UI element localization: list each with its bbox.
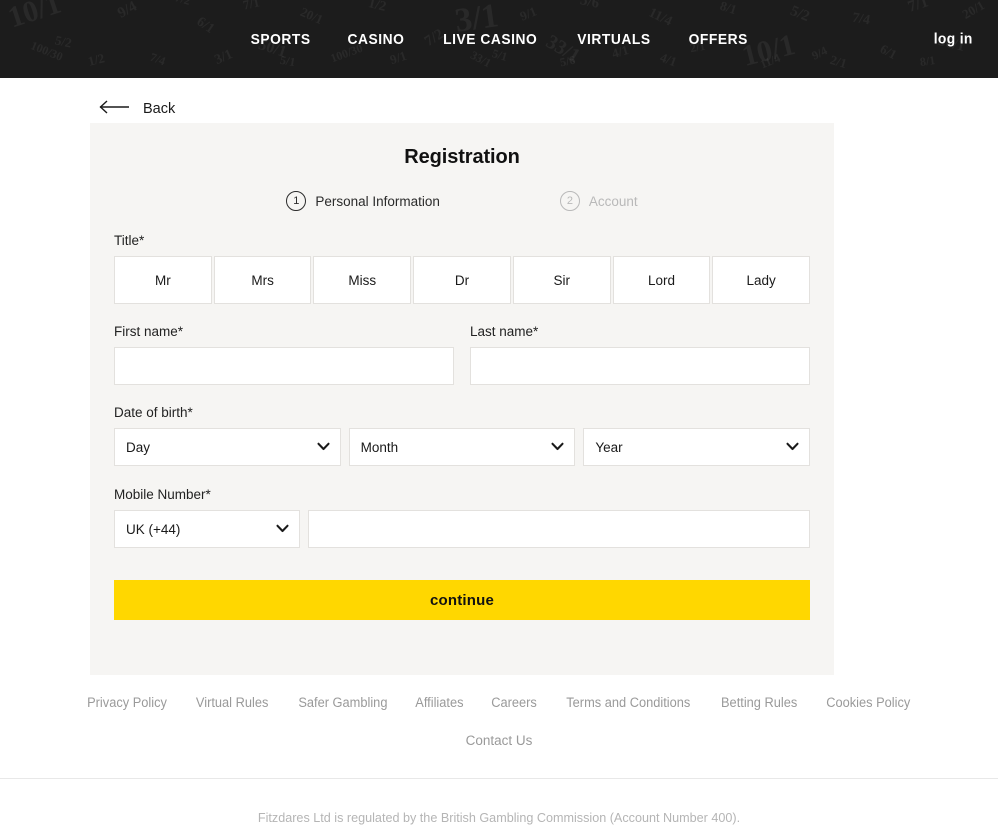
header-content: SPORTS CASINO LIVE CASINO VIRTUALS OFFER… xyxy=(0,0,998,78)
step-2-label: Account xyxy=(588,193,638,209)
continue-button[interactable]: continue xyxy=(114,580,810,620)
first-name-input[interactable] xyxy=(114,347,454,385)
nav-item-offers[interactable]: OFFERS xyxy=(673,25,762,54)
arrow-left-icon xyxy=(99,99,130,119)
login-link[interactable]: log in xyxy=(933,31,972,48)
registration-form: Title* Mr Mrs Miss Dr Sir Lord Lady Firs… xyxy=(90,233,834,620)
step-1-label: Personal Information xyxy=(315,193,440,209)
mobile-number-row: UK (+44) xyxy=(114,510,810,548)
footer-link-terms-and-conditions[interactable]: Terms and Conditions xyxy=(567,695,691,710)
title-option-lord[interactable]: Lord xyxy=(612,256,711,304)
title-field-label: Title* xyxy=(114,233,145,248)
title-option-miss[interactable]: Miss xyxy=(313,256,412,304)
title-option-mrs[interactable]: Mrs xyxy=(213,256,312,304)
name-fields-row: First name* Last name* xyxy=(114,324,810,385)
country-code-value: UK (+44) xyxy=(114,510,300,548)
footer-link-safer-gambling[interactable]: Safer Gambling xyxy=(298,695,387,710)
step-2-number: 2 xyxy=(559,191,580,211)
registration-card: Registration 1 Personal Information 2 Ac… xyxy=(90,123,834,675)
last-name-label: Last name* xyxy=(470,324,539,339)
mobile-number-label: Mobile Number* xyxy=(114,487,211,502)
step-personal-information[interactable]: 1 Personal Information xyxy=(286,191,440,211)
step-account[interactable]: 2 Account xyxy=(559,191,638,211)
last-name-group: Last name* xyxy=(470,324,810,385)
regulatory-note: Fitzdares Ltd is regulated by the Britis… xyxy=(257,810,741,825)
day-select[interactable]: Day xyxy=(114,428,341,466)
month-select[interactable]: Month xyxy=(348,428,576,466)
step-indicator: 1 Personal Information 2 Account xyxy=(90,191,834,211)
country-code-select[interactable]: UK (+44) xyxy=(114,510,300,548)
footer-link-contact-us[interactable]: Contact Us xyxy=(466,733,533,748)
nav-item-casino[interactable]: CASINO xyxy=(333,25,419,54)
footer-links: Privacy Policy Virtual Rules Safer Gambl… xyxy=(0,695,998,710)
title-option-sir[interactable]: Sir xyxy=(512,256,611,304)
year-select[interactable]: Year xyxy=(583,428,811,466)
footer-contact-row: Contact Us xyxy=(0,732,998,750)
day-select-value: Day xyxy=(114,428,341,466)
footer-link-cookies-policy[interactable]: Cookies Policy xyxy=(826,695,910,710)
mobile-number-field-wrap xyxy=(308,510,810,548)
date-of-birth-group: Date of birth* Day Month Year xyxy=(114,405,811,466)
site-header: 10/1 5/2 9/4 7/4 6/1 7/1 50/1 20/1 100/30 1/2 7/2 3… xyxy=(0,0,998,78)
title-option-mr[interactable]: Mr xyxy=(114,256,212,304)
last-name-input[interactable] xyxy=(470,347,810,385)
footer-divider xyxy=(0,778,998,779)
page-title: Registration xyxy=(404,146,520,168)
first-name-group: First name* xyxy=(114,324,454,385)
back-button[interactable]: Back xyxy=(0,78,175,120)
mobile-number-group: Mobile Number* UK (+44) xyxy=(114,487,810,548)
nav-item-virtuals[interactable]: VIRTUALS xyxy=(562,25,665,54)
first-name-label: First name* xyxy=(114,324,184,339)
nav-item-sports[interactable]: SPORTS xyxy=(236,25,325,54)
title-option-lady[interactable]: Lady xyxy=(712,256,811,304)
footer-link-affiliates[interactable]: Affiliates xyxy=(416,695,464,710)
nav-item-live-casino[interactable]: LIVE CASINO xyxy=(429,25,553,54)
title-option-dr[interactable]: Dr xyxy=(413,256,511,304)
date-of-birth-label: Date of birth* xyxy=(114,405,193,420)
date-of-birth-row: Day Month Year xyxy=(114,428,811,466)
mobile-number-input[interactable] xyxy=(308,510,810,548)
step-1-number: 1 xyxy=(286,191,307,211)
footer-link-virtual-rules[interactable]: Virtual Rules xyxy=(196,695,268,710)
back-label: Back xyxy=(143,101,176,117)
year-select-value: Year xyxy=(583,428,811,466)
footer-link-careers[interactable]: Careers xyxy=(491,695,537,710)
main-navigation: SPORTS CASINO LIVE CASINO VIRTUALS OFFER… xyxy=(232,25,766,54)
month-select-value: Month xyxy=(348,428,576,466)
footer-link-privacy-policy[interactable]: Privacy Policy xyxy=(87,695,167,710)
footer-link-betting-rules[interactable]: Betting Rules xyxy=(721,695,797,710)
title-options-group: Mr Mrs Miss Dr Sir Lord Lady xyxy=(114,256,811,304)
